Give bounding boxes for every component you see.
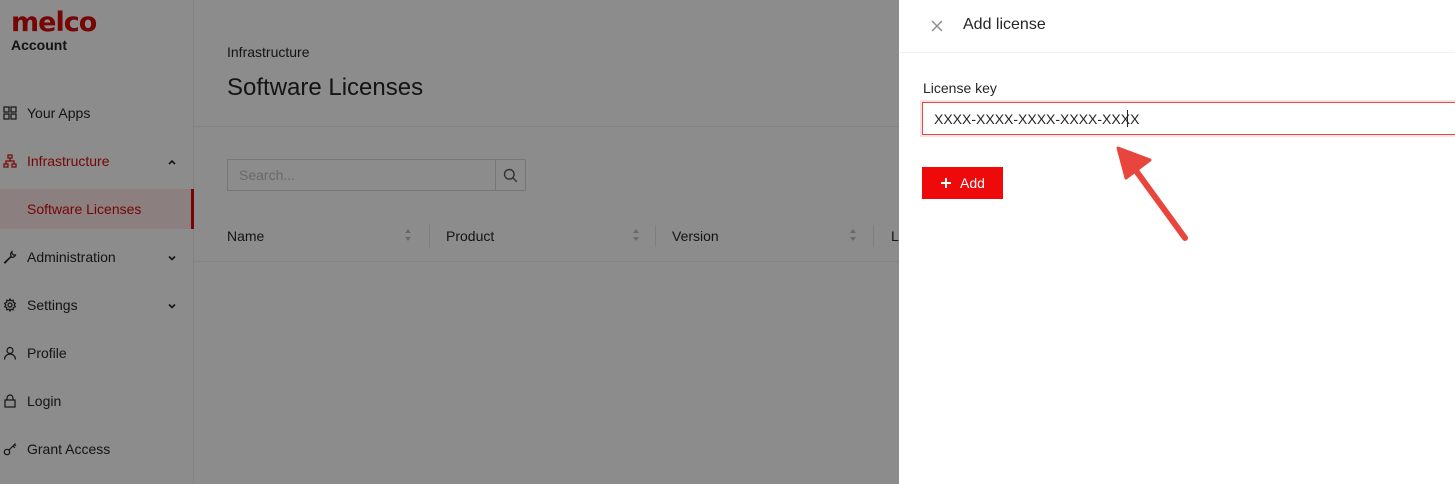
text-caret [1127,110,1128,127]
drawer-title: Add license [963,16,1046,33]
close-icon[interactable] [929,18,945,34]
drawer-header: Add license [899,0,1455,53]
license-key-label: License key [923,80,997,96]
plus-icon [941,178,952,188]
license-key-input[interactable] [922,102,1455,135]
annotation-arrow-icon [1116,146,1188,241]
modal-backdrop[interactable] [0,0,899,484]
add-button[interactable]: Add [922,167,1003,199]
